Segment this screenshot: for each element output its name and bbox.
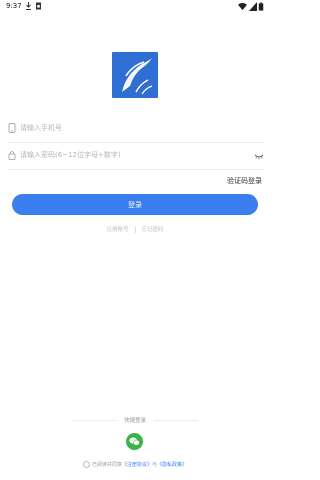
app-logo	[112, 52, 158, 98]
signal-icon	[249, 2, 257, 11]
phone-input[interactable]	[20, 120, 240, 136]
register-link[interactable]: 注册账号	[106, 225, 128, 233]
sim-card-icon	[36, 2, 41, 10]
phone-field	[8, 116, 265, 143]
quick-login-label: 快捷登录	[123, 418, 146, 424]
password-input[interactable]	[20, 147, 240, 163]
download-icon	[26, 2, 31, 10]
wechat-login-button[interactable]	[126, 433, 143, 450]
divider	[134, 226, 136, 233]
agree-prefix: 已阅读并同意	[91, 462, 122, 468]
status-time: 9:37	[6, 2, 22, 10]
forgot-password-link[interactable]: 忘记密码	[142, 225, 164, 233]
wechat-icon	[129, 437, 140, 446]
eye-closed-icon[interactable]	[254, 154, 264, 160]
user-agreement-link[interactable]: 《注册协议》	[122, 462, 152, 468]
login-button[interactable]: 登录	[12, 194, 258, 215]
agree-checkbox[interactable]	[82, 461, 90, 468]
sub-links: 注册账号 忘记密码	[0, 225, 270, 233]
lock-icon	[8, 151, 16, 160]
phone-icon	[8, 123, 16, 133]
divider-line-right	[154, 420, 198, 421]
battery-icon	[258, 2, 264, 11]
wifi-icon	[238, 2, 247, 11]
privacy-policy-link[interactable]: 《隐私政策》	[157, 462, 187, 468]
code-login-link[interactable]: 验证码登录	[227, 176, 262, 186]
agreement-row: 已阅读并同意《注册协议》与《隐私政策》	[0, 461, 270, 468]
status-bar: 9:37	[0, 0, 270, 14]
bird-logo-icon	[122, 58, 153, 95]
quick-login-divider: 快捷登录	[0, 416, 270, 426]
password-field	[8, 143, 265, 170]
